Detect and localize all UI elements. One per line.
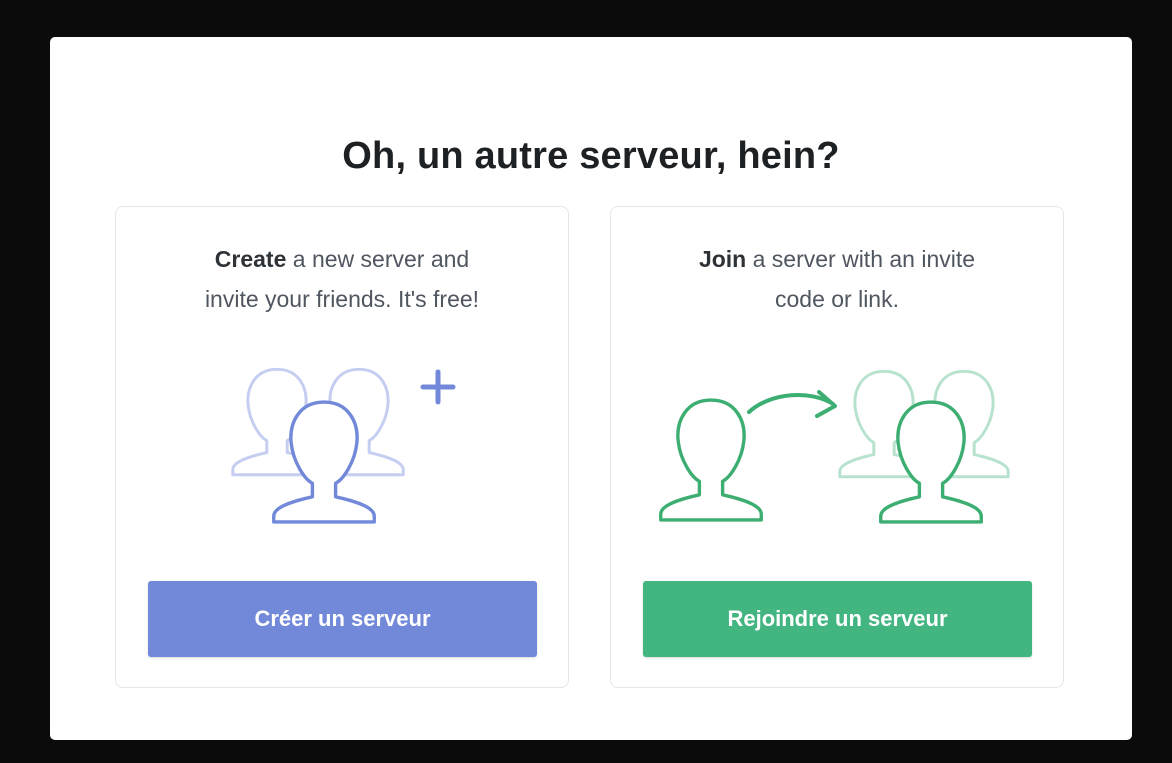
create-bold-label: Create xyxy=(214,246,287,272)
join-line1: a server with an invite xyxy=(746,246,976,272)
create-line2: invite your friends. It's free! xyxy=(204,286,480,312)
create-description: Create a new server and invite your frie… xyxy=(136,239,548,319)
modal-title: Oh, un autre serveur, hein? xyxy=(342,135,840,177)
create-server-card[interactable]: Create a new server and invite your frie… xyxy=(115,206,569,688)
join-description: Join a server with an invite code or lin… xyxy=(631,239,1043,319)
user-join-arrow-icon xyxy=(659,369,1010,524)
create-line1: a new server and xyxy=(286,246,470,272)
join-line2: code or link. xyxy=(774,286,899,312)
join-server-card[interactable]: Join a server with an invite code or lin… xyxy=(610,206,1064,688)
join-bold-label: Join xyxy=(698,246,747,272)
create-server-button[interactable]: Créer un serveur xyxy=(148,581,537,657)
users-plus-icon xyxy=(231,367,456,524)
join-server-button[interactable]: Rejoindre un serveur xyxy=(643,581,1032,657)
create-server-modal: Oh, un autre serveur, hein? Create a new… xyxy=(50,37,1132,740)
